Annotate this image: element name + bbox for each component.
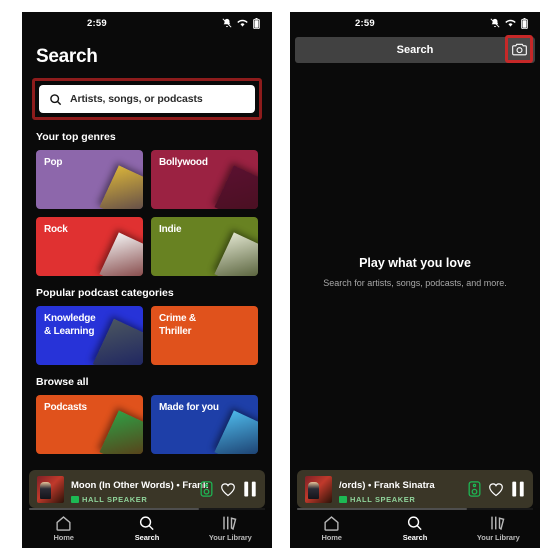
home-icon — [323, 515, 340, 531]
genre-card-label: Pop — [44, 157, 63, 168]
now-playing-title: Moon (In Other Words) • Frank — [71, 479, 209, 491]
card-artwork — [99, 232, 143, 276]
card-artwork — [214, 410, 258, 454]
nav-item-your-library[interactable]: Your Library — [196, 515, 264, 542]
genre-card-pop[interactable]: Pop — [36, 150, 143, 209]
nav-item-home[interactable]: Home — [30, 515, 98, 542]
genre-card-label: Rock — [44, 224, 68, 235]
podcast-card-crime-thriller[interactable]: Crime & Thriller — [151, 306, 258, 365]
pause-icon[interactable] — [243, 481, 257, 497]
status-time: 2:59 — [355, 17, 375, 29]
page-title: Search — [36, 46, 98, 67]
search-icon — [49, 93, 62, 106]
search-input[interactable]: Artists, songs, or podcasts — [39, 85, 255, 113]
album-artwork — [37, 475, 64, 503]
genre-card-indie[interactable]: Indie — [151, 217, 258, 276]
search-placeholder: Artists, songs, or podcasts — [70, 93, 203, 105]
wifi-icon — [237, 18, 248, 28]
phone-screen-left: 2:59 Search Artists, songs, or podcasts … — [22, 12, 272, 548]
camera-icon[interactable] — [511, 43, 527, 56]
genre-card-label: Indie — [159, 224, 182, 235]
wifi-icon — [505, 18, 516, 28]
speaker-chip-icon — [339, 495, 347, 503]
playback-device-label: HALL SPEAKER — [82, 494, 148, 504]
bottom-nav-bar-right: Home Search Your Library — [290, 508, 540, 548]
card-artwork — [214, 165, 258, 209]
home-icon — [55, 515, 72, 531]
genre-card-grid: Pop Bollywood Rock Indie — [22, 150, 272, 276]
section-title-browse-all: Browse all — [36, 376, 89, 388]
nav-label: Home — [321, 532, 342, 542]
now-playing-title: /ords) • Frank Sinatra — [339, 479, 435, 491]
browse-card-made-for-you[interactable]: Made for you — [151, 395, 258, 454]
nav-label: Search — [134, 532, 160, 542]
bottom-nav-bar-left: Home Search Your Library — [22, 508, 272, 548]
podcast-card-grid: Knowledge & Learning Crime & Thriller — [22, 306, 272, 365]
nav-item-search[interactable]: Search — [113, 515, 181, 542]
now-playing-bar[interactable]: /ords) • Frank Sinatra HALL SPEAKER — [297, 470, 533, 508]
heart-icon[interactable] — [220, 482, 236, 497]
search-header-title: Search — [396, 44, 434, 56]
playback-device-label: HALL SPEAKER — [350, 494, 416, 504]
nav-label: Your Library — [208, 532, 252, 542]
nav-label: Home — [53, 532, 74, 542]
section-title-podcast-categories: Popular podcast categories — [36, 287, 174, 299]
card-artwork — [214, 232, 258, 276]
speaker-chip-icon — [71, 495, 79, 503]
genre-card-bollywood[interactable]: Bollywood — [151, 150, 258, 209]
alarm-muted-icon — [222, 18, 232, 28]
status-time: 2:59 — [87, 17, 107, 29]
nav-item-search[interactable]: Search — [381, 515, 449, 542]
now-playing-meta: /ords) • Frank Sinatra HALL SPEAKER — [339, 475, 461, 504]
empty-state-subtitle: Search for artists, songs, podcasts, and… — [323, 278, 507, 288]
card-artwork — [99, 165, 143, 209]
battery-icon — [521, 17, 528, 29]
playback-device: HALL SPEAKER — [339, 495, 461, 504]
genre-card-rock[interactable]: Rock — [36, 217, 143, 276]
library-icon — [221, 515, 239, 531]
album-artwork — [305, 475, 332, 503]
nav-label: Search — [402, 532, 428, 542]
browse-all-card-grid: Podcasts Made for you — [22, 395, 272, 454]
empty-state-title: Play what you love — [359, 256, 471, 270]
search-header-bar[interactable]: Search — [295, 35, 535, 63]
status-bar-left: 2:59 — [22, 12, 272, 34]
podcast-card-label: Knowledge & Learning — [44, 313, 96, 337]
card-artwork — [99, 410, 143, 454]
browse-card-label: Podcasts — [44, 402, 87, 413]
battery-icon — [253, 17, 260, 29]
pause-icon[interactable] — [511, 481, 525, 497]
now-playing-bar[interactable]: Moon (In Other Words) • Frank HALL SPEAK… — [29, 470, 265, 508]
genre-card-label: Bollywood — [159, 157, 208, 168]
heart-icon[interactable] — [488, 482, 504, 497]
now-playing-meta: Moon (In Other Words) • Frank HALL SPEAK… — [71, 475, 208, 504]
podcast-card-knowledge-learning[interactable]: Knowledge & Learning — [36, 306, 143, 365]
speaker-icon[interactable] — [468, 481, 481, 497]
nav-label: Your Library — [476, 532, 520, 542]
section-title-top-genres: Your top genres — [36, 131, 116, 143]
podcast-card-label: Crime & Thriller — [159, 313, 196, 337]
status-bar-right: 2:59 — [290, 12, 540, 34]
phone-screen-right: 2:59 Search Play what you love Search fo… — [290, 12, 540, 548]
status-icons — [490, 17, 528, 29]
camera-button-highlight[interactable] — [505, 35, 533, 63]
playback-device: HALL SPEAKER — [71, 495, 193, 504]
search-icon — [406, 515, 423, 531]
browse-card-label: Made for you — [159, 402, 219, 413]
nav-item-your-library[interactable]: Your Library — [464, 515, 532, 542]
speaker-icon[interactable] — [200, 481, 213, 497]
screenshot-canvas: 2:59 Search Artists, songs, or podcasts … — [0, 0, 560, 560]
nav-item-home[interactable]: Home — [298, 515, 366, 542]
status-icons — [222, 17, 260, 29]
library-icon — [489, 515, 507, 531]
browse-card-podcasts[interactable]: Podcasts — [36, 395, 143, 454]
search-field-highlight: Artists, songs, or podcasts — [32, 78, 262, 120]
search-icon — [138, 515, 155, 531]
alarm-muted-icon — [490, 18, 500, 28]
